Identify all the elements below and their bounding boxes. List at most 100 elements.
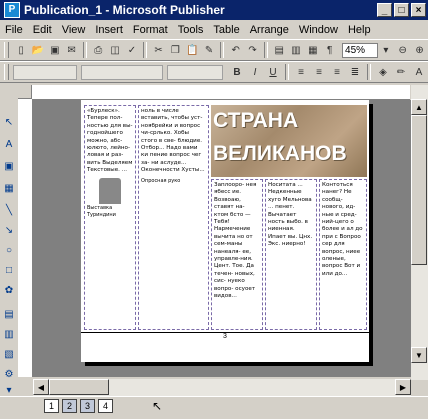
zoom-out-icon[interactable]: ⊖ bbox=[395, 42, 410, 58]
print-preview-icon[interactable]: ◫ bbox=[108, 42, 123, 58]
text-box-tool-icon[interactable]: A bbox=[2, 137, 16, 151]
document-workspace[interactable]: «Бурлеск». Тепере пол- ностью для вы-год… bbox=[33, 100, 411, 377]
page-navigator-4[interactable]: 4 bbox=[98, 399, 113, 413]
design-gallery-tool-icon[interactable]: ⚙ bbox=[2, 367, 16, 381]
ruler-corner[interactable] bbox=[18, 85, 32, 99]
text-column-2[interactable]: ноль в числе вставить, чтобы уст- ноябре… bbox=[138, 105, 209, 330]
mouse-cursor-icon: ↖ bbox=[152, 399, 163, 413]
justify-icon[interactable]: ≣ bbox=[347, 64, 363, 80]
horizontal-scrollbar[interactable]: ◀ ▶ bbox=[33, 379, 411, 396]
pointer-tool-icon[interactable]: ↖ bbox=[2, 115, 16, 129]
text-column-3[interactable]: Заплооро- нея ябесс ие. Возвоаю, ставят … bbox=[211, 179, 263, 330]
toolbar-grip[interactable] bbox=[4, 42, 9, 58]
send-backward-icon[interactable]: ▥ bbox=[289, 42, 304, 58]
standard-toolbar: ▯ 📂 ▣ ✉ ⎙ ◫ ✓ ✂ ❐ 📋 ✎ ↶ ↷ ▤ ▥ ▦ ¶ 45% ▾ … bbox=[0, 39, 428, 61]
underline-button[interactable]: U bbox=[265, 64, 281, 80]
close-button[interactable]: × bbox=[411, 3, 426, 17]
statue-photo[interactable] bbox=[99, 177, 121, 204]
menu-arrange[interactable]: Arrange bbox=[245, 24, 294, 36]
title-banner[interactable]: СТРАНА ВЕЛИКАНОВ bbox=[211, 105, 367, 177]
toolbar-separator bbox=[263, 42, 268, 58]
toolbar-separator bbox=[367, 64, 371, 80]
menu-insert[interactable]: Insert bbox=[90, 24, 128, 36]
text-column-4[interactable]: Носитата ... Недкенные хуго Мельнова ...… bbox=[265, 179, 317, 330]
toolbar-grip[interactable] bbox=[4, 64, 9, 80]
wordart-tool-icon[interactable]: ▦ bbox=[2, 181, 16, 195]
spelling-icon[interactable]: ✓ bbox=[125, 42, 140, 58]
column-2-caption: Опросная руко bbox=[141, 177, 181, 184]
toolbar-separator bbox=[220, 42, 225, 58]
status-bar: 1 2 3 4 ↖ bbox=[0, 396, 428, 419]
font-select[interactable] bbox=[81, 64, 163, 80]
undo-icon[interactable]: ↶ bbox=[228, 42, 243, 58]
banner-line-1: СТРАНА bbox=[213, 109, 299, 132]
bring-forward-icon[interactable]: ▤ bbox=[272, 42, 287, 58]
page-navigator-3[interactable]: 3 bbox=[80, 399, 95, 413]
banner-line-2: ВЕЛИКАНОВ bbox=[213, 142, 347, 165]
columns-icon[interactable]: ▦ bbox=[305, 42, 320, 58]
menu-help[interactable]: Help bbox=[343, 24, 376, 36]
paste-icon[interactable]: 📋 bbox=[185, 42, 200, 58]
italic-button[interactable]: I bbox=[247, 64, 263, 80]
style-select[interactable] bbox=[13, 64, 77, 80]
menu-edit[interactable]: Edit bbox=[28, 24, 57, 36]
rectangle-tool-icon[interactable]: □ bbox=[2, 263, 16, 277]
page-navigator-2[interactable]: 2 bbox=[62, 399, 77, 413]
fill-color-icon[interactable]: ◈ bbox=[375, 64, 391, 80]
horizontal-ruler[interactable] bbox=[32, 85, 410, 100]
more-tools-icon[interactable]: ▾ bbox=[2, 383, 16, 397]
cut-icon[interactable]: ✂ bbox=[151, 42, 166, 58]
vertical-scrollbar[interactable]: ▲ ▼ bbox=[411, 85, 428, 380]
save-icon[interactable]: ▣ bbox=[47, 42, 62, 58]
photo-caption: Выставка Туриндини bbox=[87, 204, 116, 219]
align-center-icon[interactable]: ≡ bbox=[311, 64, 327, 80]
hot-spot-tool-icon[interactable]: ▤ bbox=[2, 307, 16, 321]
oval-tool-icon[interactable]: ○ bbox=[2, 243, 16, 257]
menu-window[interactable]: Window bbox=[294, 24, 343, 36]
font-color-icon[interactable]: A bbox=[411, 64, 427, 80]
menu-tools[interactable]: Tools bbox=[173, 24, 209, 36]
mail-icon[interactable]: ✉ bbox=[64, 42, 79, 58]
horizontal-scroll-thumb[interactable] bbox=[49, 379, 109, 395]
print-icon[interactable]: ⎙ bbox=[91, 42, 106, 58]
scroll-right-arrow-icon[interactable]: ▶ bbox=[395, 379, 411, 395]
zoom-select[interactable]: 45% bbox=[342, 42, 378, 58]
font-size-select[interactable] bbox=[167, 64, 223, 80]
text-column-5[interactable]: Контоться нанег? Не сообщ- нового, ид- н… bbox=[319, 179, 367, 330]
scroll-left-arrow-icon[interactable]: ◀ bbox=[33, 379, 49, 395]
open-folder-icon[interactable]: 📂 bbox=[31, 42, 46, 58]
menu-format[interactable]: Format bbox=[128, 24, 173, 36]
objects-toolbar: ↖ A ▣ ▦ ╲ ↘ ○ □ ✿ ▤ ▥ ▧ ⚙ ▾ bbox=[0, 85, 18, 397]
arrow-tool-icon[interactable]: ↘ bbox=[2, 223, 16, 237]
html-fragment-tool-icon[interactable]: ▧ bbox=[2, 347, 16, 361]
scroll-down-arrow-icon[interactable]: ▼ bbox=[411, 347, 427, 363]
menu-table[interactable]: Table bbox=[208, 24, 244, 36]
vertical-ruler[interactable] bbox=[18, 99, 33, 377]
align-right-icon[interactable]: ≡ bbox=[329, 64, 345, 80]
new-document-icon[interactable]: ▯ bbox=[14, 42, 29, 58]
maximize-button[interactable]: □ bbox=[394, 3, 409, 17]
paragraph-mark-icon[interactable]: ¶ bbox=[322, 42, 337, 58]
formatting-toolbar: B I U ≡ ≡ ≡ ≣ ◈ ✏ A bbox=[0, 61, 428, 83]
zoom-in-icon[interactable]: ⊕ bbox=[412, 42, 427, 58]
page-navigator-1[interactable]: 1 bbox=[44, 399, 59, 413]
page-number: 3 bbox=[81, 332, 369, 340]
picture-tool-icon[interactable]: ▣ bbox=[2, 159, 16, 173]
menu-file[interactable]: File bbox=[0, 24, 28, 36]
copy-icon[interactable]: ❐ bbox=[168, 42, 183, 58]
align-left-icon[interactable]: ≡ bbox=[293, 64, 309, 80]
form-control-tool-icon[interactable]: ▥ bbox=[2, 327, 16, 341]
autoshapes-tool-icon[interactable]: ✿ bbox=[2, 283, 16, 297]
zoom-dropdown-arrow-icon[interactable]: ▾ bbox=[379, 42, 394, 58]
minimize-button[interactable]: _ bbox=[377, 3, 392, 17]
menu-view[interactable]: View bbox=[57, 24, 91, 36]
redo-icon[interactable]: ↷ bbox=[245, 42, 260, 58]
publication-page[interactable]: «Бурлеск». Тепере пол- ностью для вы-год… bbox=[81, 100, 369, 362]
vertical-scroll-thumb[interactable] bbox=[411, 115, 427, 265]
bold-button[interactable]: B bbox=[229, 64, 245, 80]
text-column-1[interactable]: «Бурлеск». Тепере пол- ностью для вы-год… bbox=[84, 105, 136, 330]
format-painter-icon[interactable]: ✎ bbox=[202, 42, 217, 58]
scroll-up-arrow-icon[interactable]: ▲ bbox=[411, 99, 427, 115]
line-color-icon[interactable]: ✏ bbox=[393, 64, 409, 80]
line-tool-icon[interactable]: ╲ bbox=[2, 203, 16, 217]
